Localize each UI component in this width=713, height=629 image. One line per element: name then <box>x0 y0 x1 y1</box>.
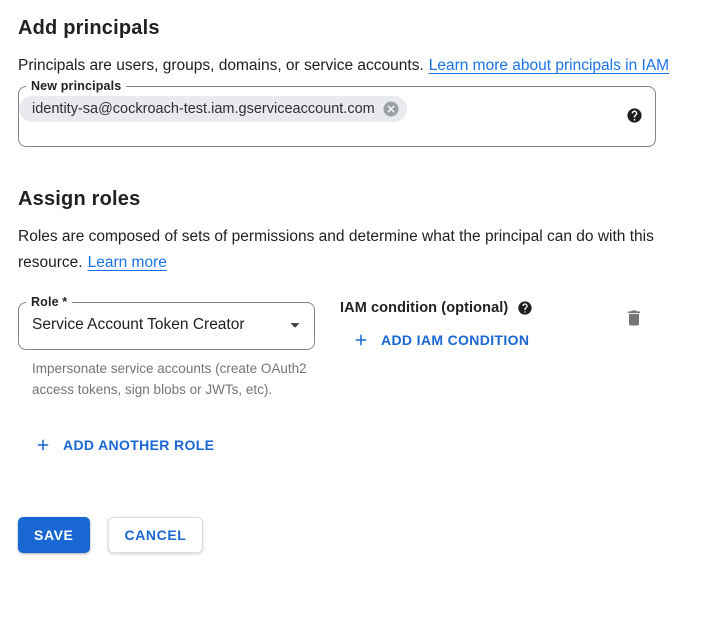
help-icon <box>626 107 643 124</box>
plus-icon <box>34 436 52 454</box>
delete-role-button[interactable] <box>624 308 644 328</box>
role-selected-value: Service Account Token Creator <box>32 316 245 334</box>
add-iam-condition-label: ADD IAM CONDITION <box>381 332 529 348</box>
new-principals-label: New principals <box>26 79 126 93</box>
principal-chip[interactable]: identity-sa@cockroach-test.iam.gservicea… <box>19 96 407 122</box>
chip-remove-button[interactable] <box>382 100 400 118</box>
iam-condition-column: IAM condition (optional) ADD IAM CONDITI… <box>340 295 533 354</box>
plus-icon <box>352 331 370 349</box>
add-another-role-button[interactable]: ADD ANOTHER ROLE <box>34 436 214 454</box>
page-title: Add principals <box>18 16 695 40</box>
cancel-button[interactable]: CANCEL <box>108 517 204 553</box>
add-principals-panel: Add principals Principals are users, gro… <box>0 0 713 553</box>
role-column: Role * Service Account Token Creator Imp… <box>18 295 340 400</box>
save-button[interactable]: SAVE <box>18 517 90 553</box>
assign-roles-title: Assign roles <box>18 187 695 211</box>
role-select-value-row[interactable]: Service Account Token Creator <box>19 309 314 349</box>
roles-description: Roles are composed of sets of permission… <box>18 224 674 276</box>
learn-more-roles-link[interactable]: Learn more <box>88 254 167 271</box>
iam-condition-label: IAM condition (optional) <box>340 300 508 316</box>
role-label: Role * <box>26 295 72 309</box>
principals-description-text: Principals are users, groups, domains, o… <box>18 57 424 74</box>
role-description: Impersonate service accounts (create OAu… <box>32 358 314 400</box>
role-select[interactable]: Role * Service Account Token Creator <box>18 295 315 350</box>
add-iam-condition-button[interactable]: ADD IAM CONDITION <box>352 331 529 349</box>
dropdown-arrow-icon <box>284 314 306 336</box>
trash-icon <box>624 308 644 328</box>
new-principals-help-icon[interactable] <box>626 107 643 124</box>
iam-condition-help-icon[interactable] <box>517 300 533 316</box>
role-entry-row: Role * Service Account Token Creator Imp… <box>18 295 695 400</box>
iam-condition-label-row: IAM condition (optional) <box>340 300 533 316</box>
add-another-role-label: ADD ANOTHER ROLE <box>63 437 214 453</box>
new-principals-field[interactable]: New principals identity-sa@cockroach-tes… <box>18 79 656 147</box>
help-icon <box>517 300 533 316</box>
principals-description: Principals are users, groups, domains, o… <box>18 53 674 79</box>
principal-chip-label: identity-sa@cockroach-test.iam.gservicea… <box>32 101 375 117</box>
dialog-actions: SAVE CANCEL <box>18 517 695 553</box>
cancel-icon <box>382 100 400 118</box>
learn-more-principals-link[interactable]: Learn more about principals in IAM <box>429 57 669 74</box>
